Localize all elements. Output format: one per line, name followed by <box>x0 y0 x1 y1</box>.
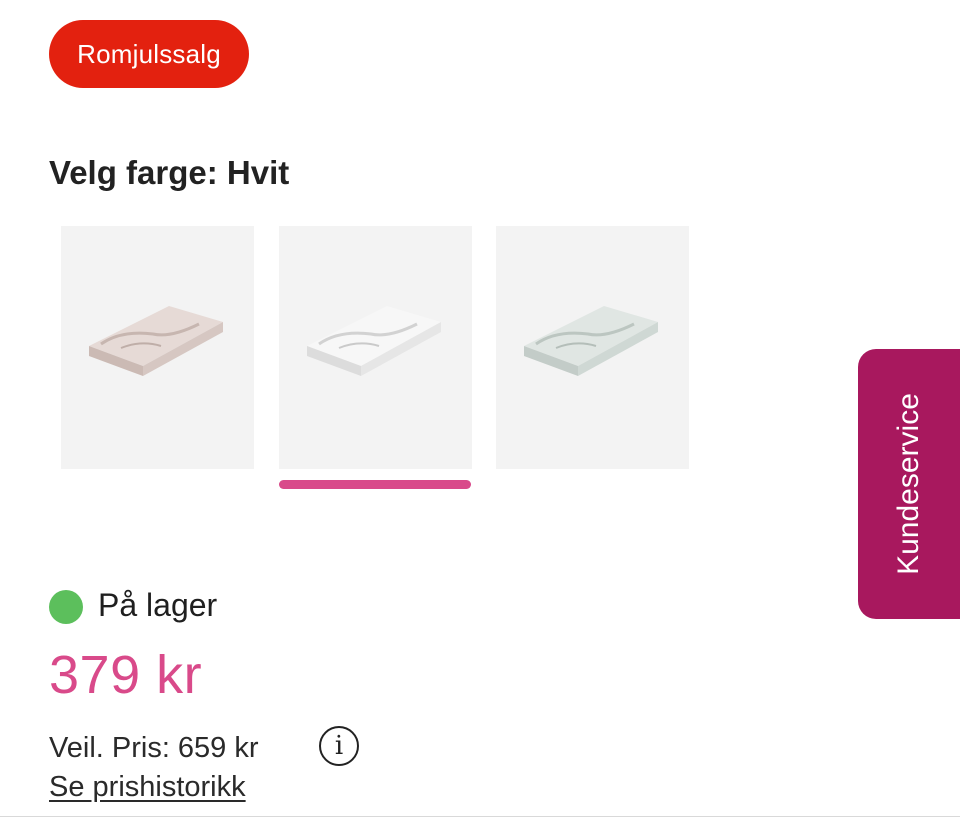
customer-service-tab[interactable]: Kundeservice <box>858 349 960 619</box>
color-swatch-hvit[interactable] <box>279 226 472 469</box>
promo-badge[interactable]: Romjulssalg <box>49 20 249 88</box>
changing-mat-image <box>89 306 223 376</box>
color-swatch-gronn[interactable] <box>496 226 689 469</box>
selected-swatch-indicator <box>279 480 471 489</box>
changing-mat-image <box>307 306 441 376</box>
color-selector-title: Velg farge: Hvit <box>49 154 290 191</box>
recommended-price: Veil. Pris: 659 kr <box>49 732 259 764</box>
in-stock-indicator-icon <box>49 590 83 624</box>
divider <box>0 816 960 817</box>
price-history-link[interactable]: Se prishistorikk <box>49 771 246 804</box>
changing-mat-image <box>524 306 658 376</box>
customer-service-label: Kundeservice <box>892 393 925 575</box>
info-icon[interactable]: i <box>319 726 359 766</box>
current-price: 379 kr <box>49 645 203 705</box>
stock-status: På lager <box>98 587 218 623</box>
color-swatch-rosa[interactable] <box>61 226 254 469</box>
